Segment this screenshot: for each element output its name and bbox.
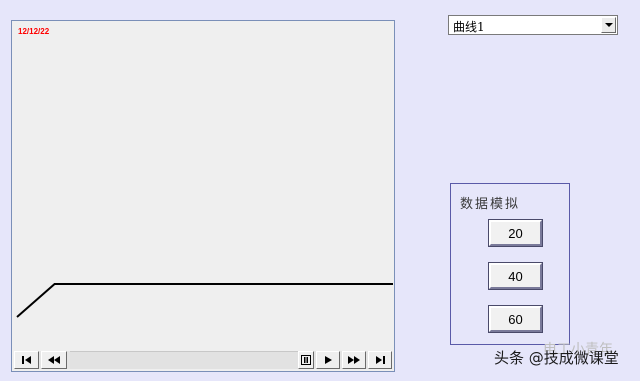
chevron-down-icon: [604, 23, 613, 27]
skip-to-end-icon: [376, 356, 385, 364]
rewind-icon: [48, 356, 60, 364]
pause-icon: [301, 355, 311, 365]
play-button[interactable]: [316, 351, 340, 369]
curve-select-arrow[interactable]: [601, 17, 616, 33]
play-icon: [325, 356, 332, 364]
curve-line: [16, 283, 393, 318]
skip-to-start-icon: [21, 356, 31, 364]
rewind-button[interactable]: [41, 351, 67, 369]
curve-select-value: 曲线1: [453, 20, 485, 34]
pause-button[interactable]: [298, 351, 314, 369]
fast-forward-button[interactable]: [342, 351, 366, 369]
time-scrollbar[interactable]: [70, 351, 314, 369]
sim-button-60[interactable]: 60: [488, 305, 543, 333]
skip-to-end-button[interactable]: [368, 351, 392, 369]
data-simulation-panel: 数据模拟 20 40 60: [450, 183, 570, 345]
trend-plot: [16, 283, 393, 318]
curve-select[interactable]: 曲线1: [448, 15, 618, 35]
trend-toolbar: [14, 351, 392, 369]
trend-view: 12/12/22: [11, 20, 395, 372]
fast-forward-icon: [348, 356, 360, 364]
data-simulation-title: 数据模拟: [460, 197, 521, 212]
sim-button-20[interactable]: 20: [488, 219, 543, 247]
watermark: 头条 @技成微课堂: [494, 349, 619, 367]
sim-button-40[interactable]: 40: [488, 262, 543, 290]
skip-to-start-button[interactable]: [14, 351, 39, 369]
